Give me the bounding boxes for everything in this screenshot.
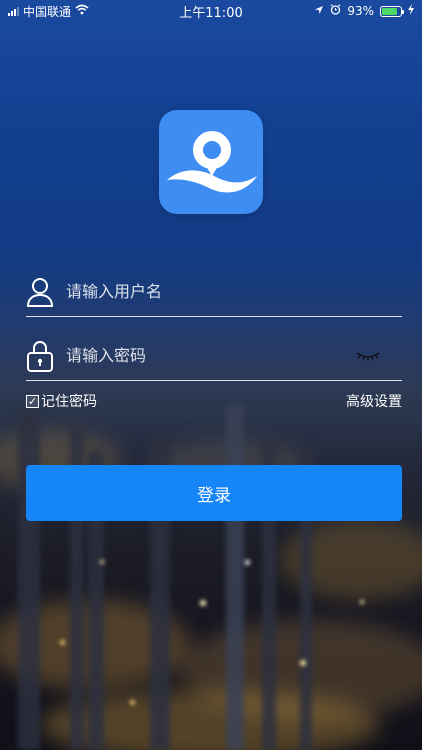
username-row xyxy=(26,267,402,317)
advanced-settings-link[interactable]: 高级设置 xyxy=(346,391,402,411)
remember-checkbox[interactable]: ✓ xyxy=(26,394,39,408)
password-row xyxy=(26,331,402,381)
status-time: 上午11:00 xyxy=(179,5,243,21)
remember-label: 记住密码 xyxy=(41,394,97,410)
password-input[interactable] xyxy=(66,346,354,365)
location-pin-icon xyxy=(167,131,257,193)
status-bar: 中国联通 上午11:00 93% xyxy=(0,0,422,22)
battery-icon xyxy=(380,5,404,17)
app-logo xyxy=(159,110,263,214)
login-button[interactable]: 登录 xyxy=(26,465,402,521)
eye-closed-icon[interactable] xyxy=(354,346,382,366)
login-options: ✓ 记住密码 高级设置 xyxy=(26,390,402,412)
remember-password-toggle[interactable]: ✓ 记住密码 xyxy=(26,391,97,411)
user-icon xyxy=(26,274,54,310)
username-input[interactable] xyxy=(66,282,402,301)
lock-icon xyxy=(26,338,54,374)
